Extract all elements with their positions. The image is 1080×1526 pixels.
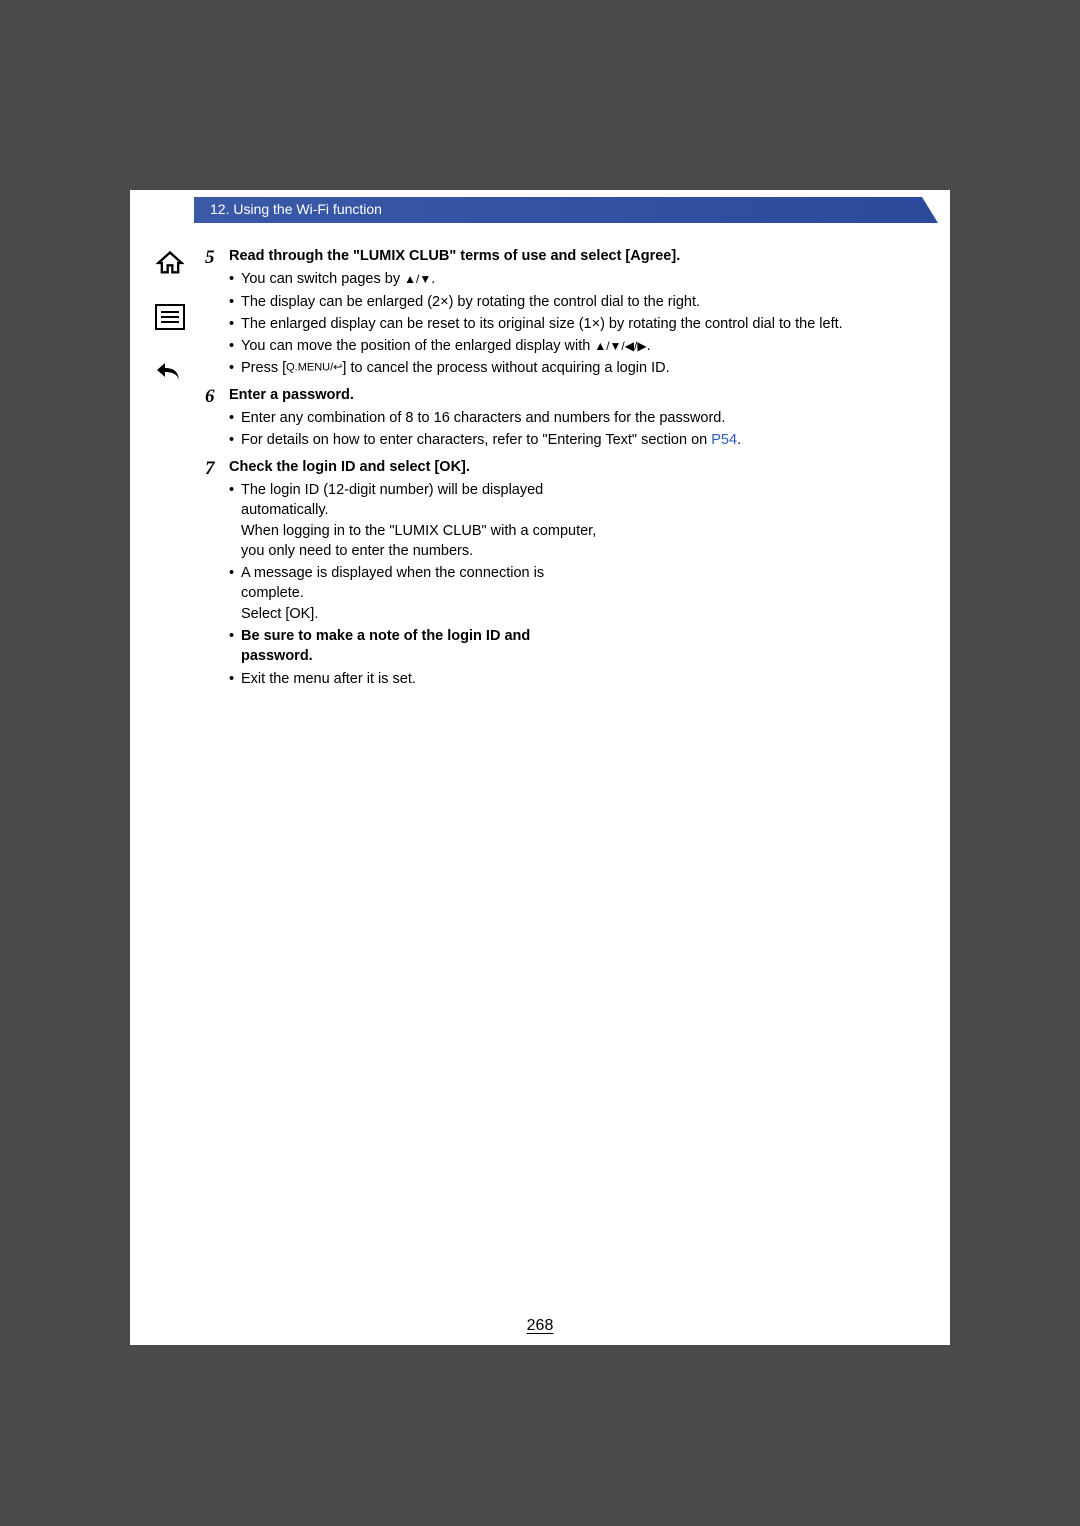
bullet-tail: . <box>431 271 435 287</box>
bullet-item: •Be sure to make a note of the login ID … <box>229 626 599 667</box>
step-body: Check the login ID and select [OK]. •The… <box>229 457 599 691</box>
bullet-line: A message is displayed when the connecti… <box>241 563 599 604</box>
bullet-text: You can switch pages by <box>241 271 404 287</box>
bullet-tail: . <box>737 432 741 448</box>
step-6: 6 Enter a password. •Enter any combinati… <box>205 385 926 453</box>
bullet-text-bold: Be sure to make a note of the login ID a… <box>241 626 599 667</box>
bullet-line: Select [OK]. <box>241 604 599 624</box>
bullet-item: •You can switch pages by ▲/▼. <box>229 269 926 289</box>
bullet-text: The enlarged display can be reset to its… <box>241 314 926 334</box>
bullet-item: •For details on how to enter characters,… <box>229 430 926 450</box>
chapter-title: 12. Using the Wi-Fi function <box>210 201 382 217</box>
page-number: 268 <box>130 1317 950 1335</box>
nav-icons <box>154 247 186 409</box>
bullet-item: •The display can be enlarged (2×) by rot… <box>229 292 926 312</box>
step-body: Read through the "LUMIX CLUB" terms of u… <box>229 246 926 381</box>
bullet-item: •The enlarged display can be reset to it… <box>229 314 926 334</box>
back-icon[interactable] <box>154 355 186 387</box>
bullet-text: The display can be enlarged (2×) by rota… <box>241 292 926 312</box>
bullet-text: Enter any combination of 8 to 16 charact… <box>241 408 926 428</box>
bullet-item: •Exit the menu after it is set. <box>229 669 599 689</box>
bullet-text: For details on how to enter characters, … <box>241 432 711 448</box>
qmenu-back-button-label: Q.MENU/↩ <box>286 362 342 374</box>
direction-arrows: ▲/▼/◀/▶ <box>594 339 646 353</box>
step-number: 7 <box>205 457 229 691</box>
page-link-p54[interactable]: P54 <box>711 432 737 448</box>
step-title: Read through the "LUMIX CLUB" terms of u… <box>229 246 926 266</box>
up-down-arrows: ▲/▼ <box>404 272 431 286</box>
step-number: 6 <box>205 385 229 453</box>
bullet-text: Press [ <box>241 360 286 376</box>
bullet-tail: . <box>647 338 651 354</box>
step-5: 5 Read through the "LUMIX CLUB" terms of… <box>205 246 926 381</box>
header-corner-cut <box>922 197 938 223</box>
bullet-line: The login ID (12-digit number) will be d… <box>241 480 599 521</box>
bullet-line: When logging in to the "LUMIX CLUB" with… <box>241 521 599 562</box>
document-page: 12. Using the Wi-Fi function 5 Read thro… <box>130 190 950 1345</box>
step-number: 5 <box>205 246 229 381</box>
step-body: Enter a password. •Enter any combination… <box>229 385 926 453</box>
content-area: 5 Read through the "LUMIX CLUB" terms of… <box>205 246 926 695</box>
step-title: Enter a password. <box>229 385 926 405</box>
bullet-text: Exit the menu after it is set. <box>241 669 599 689</box>
home-icon[interactable] <box>154 247 186 279</box>
bullet-item: •Enter any combination of 8 to 16 charac… <box>229 408 926 428</box>
bullet-item: •The login ID (12-digit number) will be … <box>229 480 599 561</box>
bullet-item: •You can move the position of the enlarg… <box>229 336 926 356</box>
bullet-item: •Press [Q.MENU/↩] to cancel the process … <box>229 358 926 378</box>
bullet-text: You can move the position of the enlarge… <box>241 338 594 354</box>
step-title: Check the login ID and select [OK]. <box>229 457 599 477</box>
toc-icon[interactable] <box>154 301 186 333</box>
bullet-tail: ] to cancel the process without acquirin… <box>342 360 669 376</box>
step-7: 7 Check the login ID and select [OK]. •T… <box>205 457 926 691</box>
bullet-item: •A message is displayed when the connect… <box>229 563 599 624</box>
